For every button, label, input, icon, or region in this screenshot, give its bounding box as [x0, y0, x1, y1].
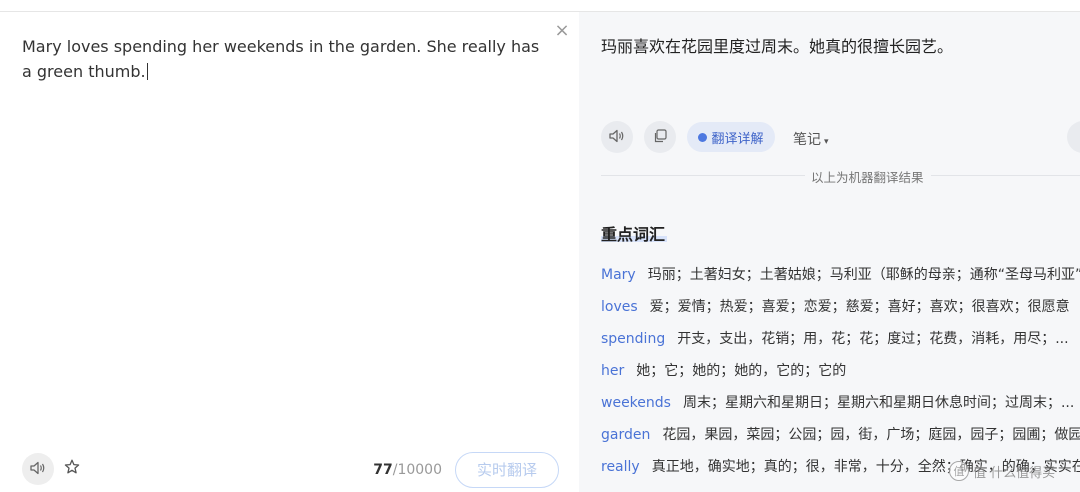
- realtime-translate-button[interactable]: 实时翻译: [455, 452, 559, 488]
- source-speaker-button[interactable]: [22, 453, 54, 485]
- vocab-definition: 周末；星期六和星期日；星期六和星期日休息时间；过周末；...: [682, 395, 1075, 411]
- key-vocab-title: 重点词汇: [601, 225, 666, 244]
- notes-label: 笔记: [793, 132, 821, 148]
- vocab-word[interactable]: Mary: [601, 267, 636, 283]
- vocab-item: loves 爱；爱情；热爱；喜爱；恋爱；慈爱；喜好；喜欢；很喜欢；很愿意: [601, 296, 1080, 328]
- vocab-word[interactable]: her: [601, 363, 624, 379]
- vocab-word[interactable]: loves: [601, 299, 638, 315]
- source-pane: Mary loves spending her weekends in the …: [0, 12, 579, 492]
- vocab-definition: 她；它；她的；她的，它的；它的: [636, 363, 847, 379]
- vocab-word[interactable]: really: [601, 459, 640, 475]
- translation-detail-button[interactable]: 翻译详解: [687, 122, 775, 152]
- machine-translation-note: 以上为机器翻译结果: [808, 167, 927, 186]
- watermark-text: 值 什么值得买: [973, 465, 1056, 481]
- source-input[interactable]: Mary loves spending her weekends in the …: [22, 34, 542, 84]
- divider-left: [601, 175, 805, 176]
- speaker-icon: [30, 460, 46, 479]
- text-caret: [146, 63, 148, 80]
- notes-dropdown[interactable]: 笔记 ▾: [793, 129, 829, 149]
- source-text-content[interactable]: Mary loves spending her weekends in the …: [22, 37, 539, 81]
- more-options-button[interactable]: [1067, 121, 1080, 153]
- divider-right: [931, 175, 1080, 176]
- chevron-down-icon: ▾: [824, 137, 829, 147]
- vocab-definition: 玛丽；土著妇女；土著姑娘；马利亚（耶稣的母亲；通称“圣母马利亚”: [647, 267, 1080, 283]
- vocab-word[interactable]: garden: [601, 427, 650, 443]
- copy-button[interactable]: [644, 121, 676, 153]
- vocab-item: garden 花园，果园，菜园；公园；园，街，广场；庭园，园子；园圃；做园艺: [601, 424, 1080, 456]
- char-limit: /10000: [392, 462, 442, 478]
- copy-icon: [653, 128, 667, 147]
- vocab-list: Mary 玛丽；土著妇女；土著姑娘；马利亚（耶稣的母亲；通称“圣母马利亚” lov…: [601, 264, 1080, 488]
- detail-label: 翻译详解: [711, 131, 764, 147]
- vocab-definition: 爱；爱情；热爱；喜爱；恋爱；慈爱；喜好；喜欢；很喜欢；很愿意: [649, 299, 1070, 315]
- favorite-star-button[interactable]: [62, 459, 82, 479]
- detail-icon: [698, 132, 708, 142]
- site-watermark: 值 值 什么值得买: [949, 456, 1080, 486]
- chat-bubble-icon: 值: [949, 461, 969, 481]
- top-bar: [0, 0, 1080, 12]
- speaker-icon: [609, 128, 625, 147]
- char-count: 77: [373, 462, 393, 478]
- vocab-item: Mary 玛丽；土著妇女；土著姑娘；马利亚（耶稣的母亲；通称“圣母马利亚”: [601, 264, 1080, 296]
- vocab-item: spending 开支，支出，花销；用，花；花；度过；花费，消耗，用尽；...: [601, 328, 1080, 360]
- vocab-item: her 她；它；她的；她的，它的；它的: [601, 360, 1080, 392]
- vocab-item: weekends 周末；星期六和星期日；星期六和星期日休息时间；过周末；...: [601, 392, 1080, 424]
- target-pane: 玛丽喜欢在花园里度过周末。她真的很擅长园艺。 翻译详解 笔记 ▾ 以上为机器翻译结…: [579, 12, 1080, 492]
- target-speaker-button[interactable]: [601, 121, 633, 153]
- vocab-word[interactable]: weekends: [601, 395, 671, 411]
- vocab-word[interactable]: spending: [601, 331, 665, 347]
- translation-output: 玛丽喜欢在花园里度过周末。她真的很擅长园艺。: [601, 37, 954, 56]
- clear-close-icon[interactable]: ×: [553, 22, 571, 40]
- vocab-definition: 开支，支出，花销；用，花；花；度过；花费，消耗，用尽；...: [677, 331, 1069, 347]
- vocab-definition: 花园，果园，菜园；公园；园，街，广场；庭园，园子；园圃；做园艺: [662, 427, 1080, 443]
- char-counter: 77/10000: [360, 462, 442, 478]
- star-icon: [64, 459, 80, 479]
